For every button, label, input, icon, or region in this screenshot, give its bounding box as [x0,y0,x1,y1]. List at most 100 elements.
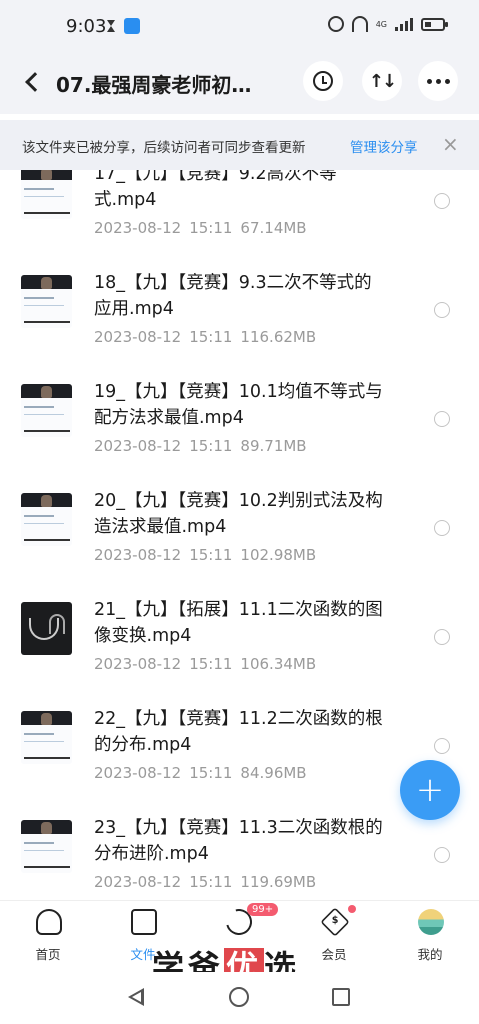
video-thumbnail [21,384,72,437]
close-icon[interactable]: × [442,132,459,156]
file-row[interactable]: 17_【九】【竞赛】9.2高次不等式.mp4 2023-08-12 15:11 67.… [0,170,479,257]
nav-me[interactable]: 我的 [395,901,465,973]
file-date: 2023-08-12 [94,219,182,237]
file-meta: 2023-08-12 15:11 67.14MB [94,219,307,237]
system-nav-bar [0,972,479,1024]
file-name-line-1: 19_【九】【竞赛】10.1均值不等式与 [94,382,383,402]
plus-icon: + [415,770,445,810]
nav-vip-label: 会员 [321,947,347,962]
battery-icon [421,17,448,31]
video-thumbnail [21,170,72,219]
file-name-line-2: 式.mp4 [94,190,157,210]
file-time: 15:11 [189,655,233,673]
system-home-icon[interactable] [229,987,249,1007]
file-name-line-1: 22_【九】【竞赛】11.2二次函数的根 [94,709,383,729]
status-bar: 9:03 4G [0,0,479,52]
file-name-line-1: 23_【九】【竞赛】11.3二次函数根的 [94,818,383,838]
file-time: 15:11 [189,437,233,455]
back-button[interactable] [18,66,46,98]
file-name-line-2: 的分布.mp4 [94,735,192,755]
file-date: 2023-08-12 [94,764,182,782]
status-time: 9:03 [66,16,107,37]
file-name-line-2: 配方法求最值.mp4 [94,408,244,428]
more-button[interactable] [418,61,458,101]
file-name-line-1: 17_【九】【竞赛】9.2高次不等 [94,170,337,184]
history-button[interactable] [303,61,343,101]
file-meta: 2023-08-12 15:11 84.96MB [94,764,307,782]
app-header: 07.最强周豪老师初… ↑↓ [0,52,479,114]
file-row[interactable]: 21_【九】【拓展】11.1二次函数的图 像变换.mp4 2023-08-12 15:… [0,584,479,693]
file-name-line-2: 像变换.mp4 [94,626,192,646]
file-name-line-2: 应用.mp4 [94,299,174,319]
file-size: 102.98MB [240,546,317,564]
file-meta: 2023-08-12 15:11 89.71MB [94,437,307,455]
select-radio[interactable] [434,847,450,863]
alarm-icon [327,16,344,32]
share-banner: 该文件夹已被分享，后续访问者可同步查看更新 管理该分享 × [0,120,479,170]
vip-dot-badge [348,905,356,913]
select-radio[interactable] [434,193,450,209]
file-time: 15:11 [189,873,233,891]
file-row[interactable]: 20_【九】【竞赛】10.2判别式法及构 造法求最值.mp4 2023-08-12 1… [0,475,479,584]
file-size: 106.34MB [240,655,317,673]
video-thumbnail [21,493,72,546]
share-banner-text: 该文件夹已被分享，后续访问者可同步查看更新 [22,140,306,156]
clock-icon [313,71,333,91]
nav-vip[interactable]: $ 会员 [299,901,369,973]
file-date: 2023-08-12 [94,546,182,564]
select-radio[interactable] [434,302,450,318]
file-name-line-2: 造法求最值.mp4 [94,517,227,537]
file-size: 119.69MB [240,873,317,891]
wifi-icon [351,16,368,32]
file-time: 15:11 [189,764,233,782]
file-row[interactable]: 19_【九】【竞赛】10.1均值不等式与 配方法求最值.mp4 2023-08-12… [0,366,479,475]
video-thumbnail [21,602,72,655]
more-dots-icon [426,78,450,84]
nav-me-label: 我的 [417,947,443,962]
app-notification-icon [124,18,140,34]
select-radio[interactable] [434,411,450,427]
sort-arrows-icon: ↑↓ [368,70,397,92]
file-meta: 2023-08-12 15:11 116.62MB [94,328,316,346]
file-name-line-1: 20_【九】【竞赛】10.2判别式法及构 [94,491,383,511]
chevron-left-icon [25,72,45,92]
status-icons: 4G [327,16,448,32]
avatar [418,909,444,935]
cloud-home-icon [36,909,62,935]
file-name-line-1: 21_【九】【拓展】11.1二次函数的图 [94,600,383,620]
manage-share-link[interactable]: 管理该分享 [350,136,418,156]
add-button[interactable]: + [400,760,460,820]
file-time: 15:11 [189,328,233,346]
file-size: 84.96MB [240,764,307,782]
file-time: 15:11 [189,546,233,564]
hourglass-icon [107,20,115,32]
folder-icon [131,909,157,935]
file-meta: 2023-08-12 15:11 106.34MB [94,655,316,673]
share-badge: 99+ [247,903,279,916]
video-thumbnail [21,711,72,764]
file-date: 2023-08-12 [94,655,182,673]
select-radio[interactable] [434,629,450,645]
select-radio[interactable] [434,520,450,536]
file-date: 2023-08-12 [94,328,182,346]
file-meta: 2023-08-12 15:11 102.98MB [94,546,316,564]
folder-title: 07.最强周豪老师初… [56,73,252,97]
video-thumbnail [21,820,72,873]
system-recents-icon[interactable] [332,988,350,1006]
file-size: 89.71MB [240,437,307,455]
network-type: 4G [375,19,387,29]
file-size: 67.14MB [240,219,307,237]
file-size: 116.62MB [240,328,317,346]
vip-diamond-icon: $ [320,907,350,937]
file-time: 15:11 [189,219,233,237]
nav-home-label: 首页 [35,947,61,962]
file-date: 2023-08-12 [94,873,182,891]
file-row[interactable]: 18_【九】【竞赛】9.3二次不等式的 应用.mp4 2023-08-12 15:11… [0,257,479,366]
file-name-line-2: 分布进阶.mp4 [94,844,209,864]
file-name-line-1: 18_【九】【竞赛】9.3二次不等式的 [94,273,372,293]
file-date: 2023-08-12 [94,437,182,455]
nav-home[interactable]: 首页 [13,901,83,973]
file-row[interactable]: 23_【九】【竞赛】11.3二次函数根的 分布进阶.mp4 2023-08-12 15… [0,802,479,900]
sort-button[interactable]: ↑↓ [362,61,402,101]
select-radio[interactable] [434,738,450,754]
